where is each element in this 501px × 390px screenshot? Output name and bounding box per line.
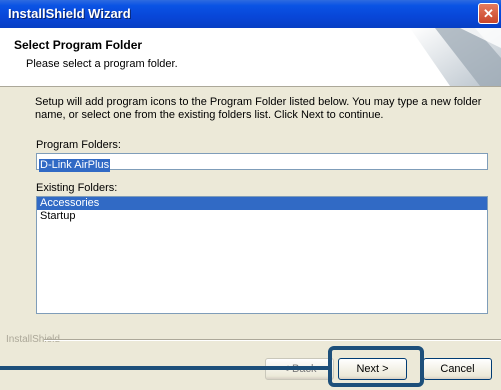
- footer-divider: [44, 339, 501, 341]
- title-bar[interactable]: InstallShield Wizard ✕: [0, 0, 501, 28]
- callout-pointer-line: [0, 366, 330, 370]
- next-button-callout-box: [328, 346, 424, 387]
- page-subtitle: Please select a program folder.: [26, 58, 178, 70]
- list-item-accessories[interactable]: Accessories: [37, 197, 487, 210]
- list-item-startup[interactable]: Startup: [37, 210, 487, 223]
- program-folder-input[interactable]: D-Link AirPlus: [36, 153, 488, 172]
- instructions-line-1: Setup will add program icons to the Prog…: [35, 96, 482, 108]
- installshield-wizard-window: InstallShield Wizard ✕ Select Program Fo…: [0, 0, 501, 390]
- window-title: InstallShield Wizard: [8, 6, 131, 21]
- program-folders-label: Program Folders:: [36, 139, 121, 151]
- existing-folders-list[interactable]: Accessories Startup: [36, 196, 488, 314]
- instructions-text: Setup will add program icons to the Prog…: [35, 96, 485, 122]
- existing-folders-label: Existing Folders:: [36, 182, 118, 194]
- program-folder-value: D-Link AirPlus: [39, 159, 111, 172]
- instructions-line-2: name, or select one from the existing fo…: [35, 109, 384, 121]
- cancel-button[interactable]: Cancel: [423, 358, 492, 380]
- wizard-header-graphic: [410, 28, 501, 86]
- close-button[interactable]: ✕: [478, 3, 499, 24]
- page-title: Select Program Folder: [14, 38, 143, 52]
- wizard-header: Select Program Folder Please select a pr…: [0, 28, 501, 87]
